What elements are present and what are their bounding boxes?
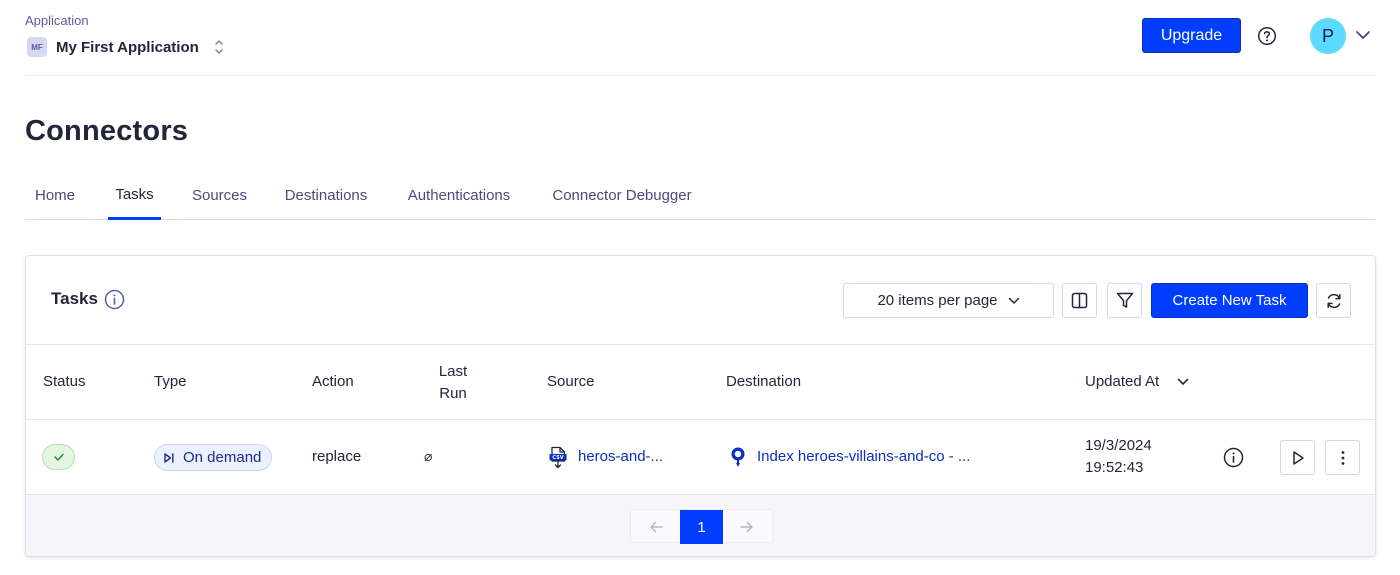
create-new-task-button[interactable]: Create New Task <box>1151 283 1308 318</box>
user-avatar[interactable]: P <box>1310 18 1346 54</box>
column-last-run-line2: Run <box>439 385 467 402</box>
items-per-page-select[interactable]: 20 items per page <box>843 283 1054 318</box>
tab-tasks[interactable]: Tasks <box>108 177 161 220</box>
table-header: Status Type Action Last Run Source Desti… <box>26 344 1375 420</box>
connector-tabs: Home Tasks Sources Destinations Authenti… <box>25 177 1376 220</box>
type-label: On demand <box>183 449 262 466</box>
pagination: 1 <box>630 509 773 544</box>
chevron-down-icon[interactable] <box>1355 29 1371 41</box>
updated-time: 19:52:43 <box>1085 459 1144 476</box>
arrow-right-icon <box>740 521 754 533</box>
tab-home[interactable]: Home <box>25 177 85 220</box>
columns-icon <box>1071 292 1088 309</box>
search-index-icon <box>731 447 745 467</box>
run-task-button[interactable] <box>1280 440 1315 475</box>
page-button-current[interactable]: 1 <box>680 510 723 544</box>
page-title: Connectors <box>25 115 189 147</box>
last-run-cell: ⌀ <box>424 448 433 464</box>
application-switcher[interactable]: MF My First Application <box>27 35 225 59</box>
play-icon <box>1292 450 1304 465</box>
more-actions-button[interactable] <box>1325 440 1360 475</box>
help-circle-icon[interactable] <box>1257 26 1277 46</box>
column-status: Status <box>43 373 86 390</box>
header-divider <box>25 75 1376 76</box>
upgrade-button[interactable]: Upgrade <box>1142 18 1241 53</box>
items-per-page-value: 20 items per page <box>877 292 998 309</box>
tab-sources[interactable]: Sources <box>185 177 254 220</box>
tab-destinations[interactable]: Destinations <box>277 177 375 220</box>
skip-forward-icon <box>164 452 174 463</box>
previous-page-button[interactable] <box>631 510 680 544</box>
refresh-icon <box>1326 293 1341 308</box>
application-name: My First Application <box>56 38 199 56</box>
column-last-run-line1: Last <box>438 363 468 380</box>
up-down-caret-icon <box>215 40 223 54</box>
more-vertical-icon <box>1341 450 1344 465</box>
filter-button[interactable] <box>1107 283 1142 318</box>
destination-link[interactable]: Index heroes-villains-and-co - ... <box>757 448 970 465</box>
info-icon[interactable] <box>1223 447 1244 468</box>
column-last-run: Last Run <box>433 361 473 405</box>
application-label: Application <box>25 13 89 28</box>
filter-icon <box>1116 292 1133 308</box>
refresh-button[interactable] <box>1316 283 1351 318</box>
status-badge <box>42 444 75 470</box>
column-updated-at[interactable]: Updated At <box>1085 373 1159 390</box>
column-source: Source <box>547 373 595 390</box>
source-link[interactable]: heros-and-... <box>578 448 663 465</box>
sort-chevron-down-icon[interactable] <box>1177 377 1189 387</box>
tab-authentications[interactable]: Authentications <box>399 177 519 220</box>
info-icon[interactable] <box>104 289 125 310</box>
svg-text:CSV: CSV <box>552 455 563 461</box>
check-icon <box>53 453 64 461</box>
arrow-left-icon <box>649 521 663 533</box>
panel-title: Tasks <box>51 289 98 308</box>
next-page-button[interactable] <box>723 510 772 544</box>
csv-file-icon: CSV <box>549 446 567 469</box>
type-badge[interactable]: On demand <box>154 444 273 471</box>
updated-date: 19/3/2024 <box>1085 437 1152 454</box>
columns-button[interactable] <box>1062 283 1097 318</box>
application-avatar: MF <box>27 37 47 57</box>
column-type: Type <box>154 373 187 390</box>
column-action: Action <box>312 373 354 390</box>
chevron-down-icon <box>1008 297 1019 304</box>
tab-connector-debugger[interactable]: Connector Debugger <box>543 177 701 220</box>
column-destination: Destination <box>726 373 802 390</box>
action-cell: replace <box>312 448 362 465</box>
tasks-panel: Tasks 20 items per page Create New Task <box>25 255 1376 557</box>
pagination-area: 1 <box>26 494 1375 556</box>
table-row: On demand replace ⌀ CSV heros-and-... In… <box>26 420 1375 494</box>
